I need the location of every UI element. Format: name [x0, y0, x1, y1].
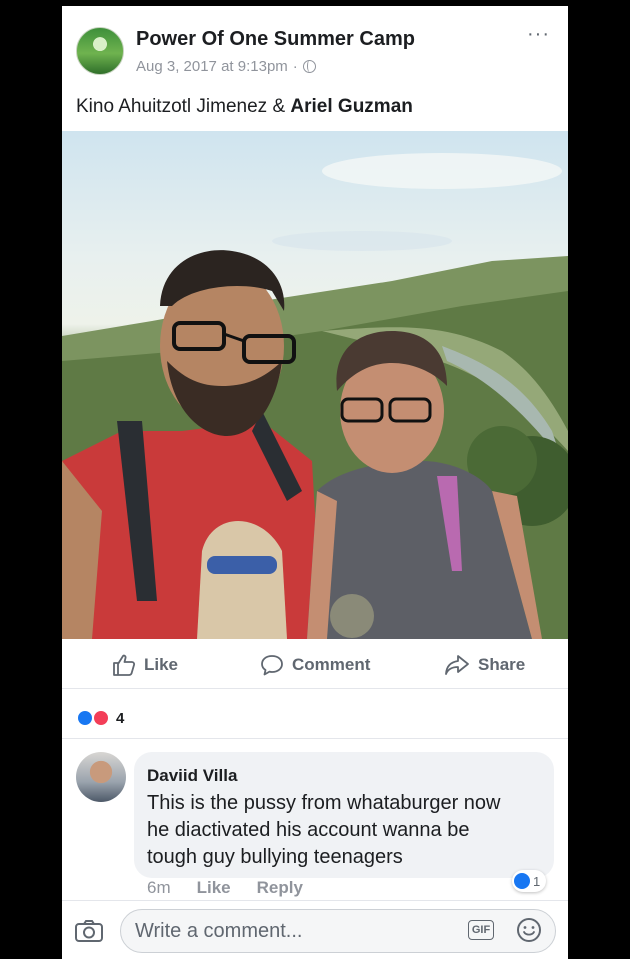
share-label: Share [478, 655, 526, 674]
post-actions: Like Comment Share [62, 644, 568, 689]
comment-reply-button[interactable]: Reply [257, 878, 303, 898]
comment-reaction-count: 1 [533, 873, 541, 889]
comment-bubble: Daviid Villa This is the pussy from what… [134, 752, 554, 878]
smiley-icon[interactable] [516, 917, 542, 943]
thumbs-up-icon [113, 654, 136, 676]
comment-meta: 6m Like Reply [147, 878, 303, 898]
post-caption: Kino Ahuitzotl Jimenez & Ariel Guzman [76, 96, 413, 118]
camera-icon[interactable] [74, 919, 104, 943]
post-card: Power Of One Summer Camp Aug 3, 2017 at … [62, 6, 568, 959]
meta-separator: · [292, 58, 298, 75]
reaction-summary[interactable]: 4 [76, 709, 124, 727]
like-reaction-icon [514, 873, 530, 889]
comment-composer: GIF [62, 900, 568, 959]
share-arrow-icon [445, 655, 469, 675]
post-meta: Aug 3, 2017 at 9:13pm · [136, 58, 316, 75]
comment-reaction-badge[interactable]: 1 [512, 870, 547, 892]
comment-time: 6m [147, 878, 171, 897]
post-timestamp[interactable]: Aug 3, 2017 at 9:13pm [136, 58, 288, 75]
tagged-person-2[interactable]: Ariel Guzman [290, 96, 412, 117]
comment-button[interactable]: Comment [260, 654, 370, 676]
share-button[interactable]: Share [444, 654, 525, 676]
more-options-icon[interactable]: ··· [527, 24, 550, 44]
comment-line: This is the pussy from whataburger now [147, 792, 501, 814]
tagged-person-1[interactable]: Kino Ahuitzotl Jimenez [76, 96, 267, 117]
gif-icon[interactable]: GIF [468, 920, 494, 940]
page-avatar[interactable] [76, 27, 124, 75]
post-photo[interactable] [62, 131, 568, 639]
caption-joiner: & [267, 96, 291, 117]
divider [62, 738, 568, 739]
comment-line: he diactivated his account wanna be [147, 819, 470, 841]
comment-line: tough guy bullying teenagers [147, 846, 403, 868]
page-name[interactable]: Power Of One Summer Camp [136, 28, 415, 51]
like-button[interactable]: Like [112, 654, 178, 676]
commenter-avatar[interactable] [76, 752, 126, 802]
comment-label: Comment [292, 655, 371, 674]
comment-like-button[interactable]: Like [197, 878, 231, 898]
globe-icon [302, 60, 316, 73]
love-reaction-icon [92, 709, 110, 727]
comment-text: This is the pussy from whataburger now h… [147, 790, 547, 871]
like-label: Like [144, 655, 179, 674]
comment-bubble-icon [261, 655, 283, 676]
reaction-count: 4 [116, 709, 125, 727]
commenter-name[interactable]: Daviid Villa [147, 766, 237, 786]
photo-scene [62, 153, 568, 639]
post-header: Power Of One Summer Camp Aug 3, 2017 at … [62, 6, 568, 86]
